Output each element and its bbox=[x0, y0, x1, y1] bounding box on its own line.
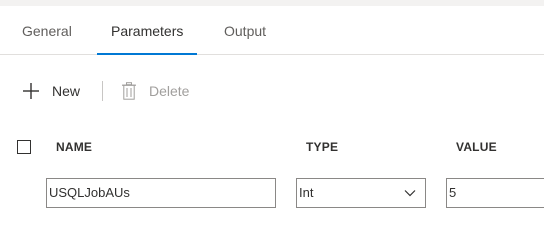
tab-bar: General Parameters Output bbox=[0, 6, 544, 55]
tab-general[interactable]: General bbox=[22, 6, 72, 54]
parameter-type-select[interactable]: Int bbox=[296, 178, 426, 208]
tab-parameters-label: Parameters bbox=[111, 23, 184, 39]
tab-output[interactable]: Output bbox=[224, 6, 266, 54]
select-all-checkbox[interactable] bbox=[17, 140, 31, 154]
toolbar-divider bbox=[102, 81, 103, 101]
new-button[interactable]: New bbox=[22, 75, 80, 107]
delete-button-label: Delete bbox=[149, 83, 190, 99]
plus-icon bbox=[23, 83, 39, 99]
new-button-label: New bbox=[52, 83, 81, 99]
trash-icon bbox=[122, 82, 136, 100]
tab-parameters[interactable]: Parameters bbox=[97, 6, 198, 55]
column-header-value: VALUE bbox=[456, 140, 497, 154]
tab-general-label: General bbox=[22, 23, 72, 39]
parameter-type-value: Int bbox=[299, 185, 314, 200]
delete-button[interactable]: Delete bbox=[122, 75, 189, 107]
column-header-type: TYPE bbox=[306, 140, 339, 154]
column-header-name: NAME bbox=[56, 140, 93, 154]
tab-output-label: Output bbox=[224, 23, 267, 39]
active-tab-indicator bbox=[97, 53, 198, 55]
toolbar: New Delete bbox=[0, 75, 544, 107]
parameter-name-input[interactable]: USQLJobAUs bbox=[46, 178, 276, 208]
chevron-down-icon bbox=[404, 190, 416, 197]
parameter-value-input[interactable]: 5 bbox=[446, 178, 544, 208]
